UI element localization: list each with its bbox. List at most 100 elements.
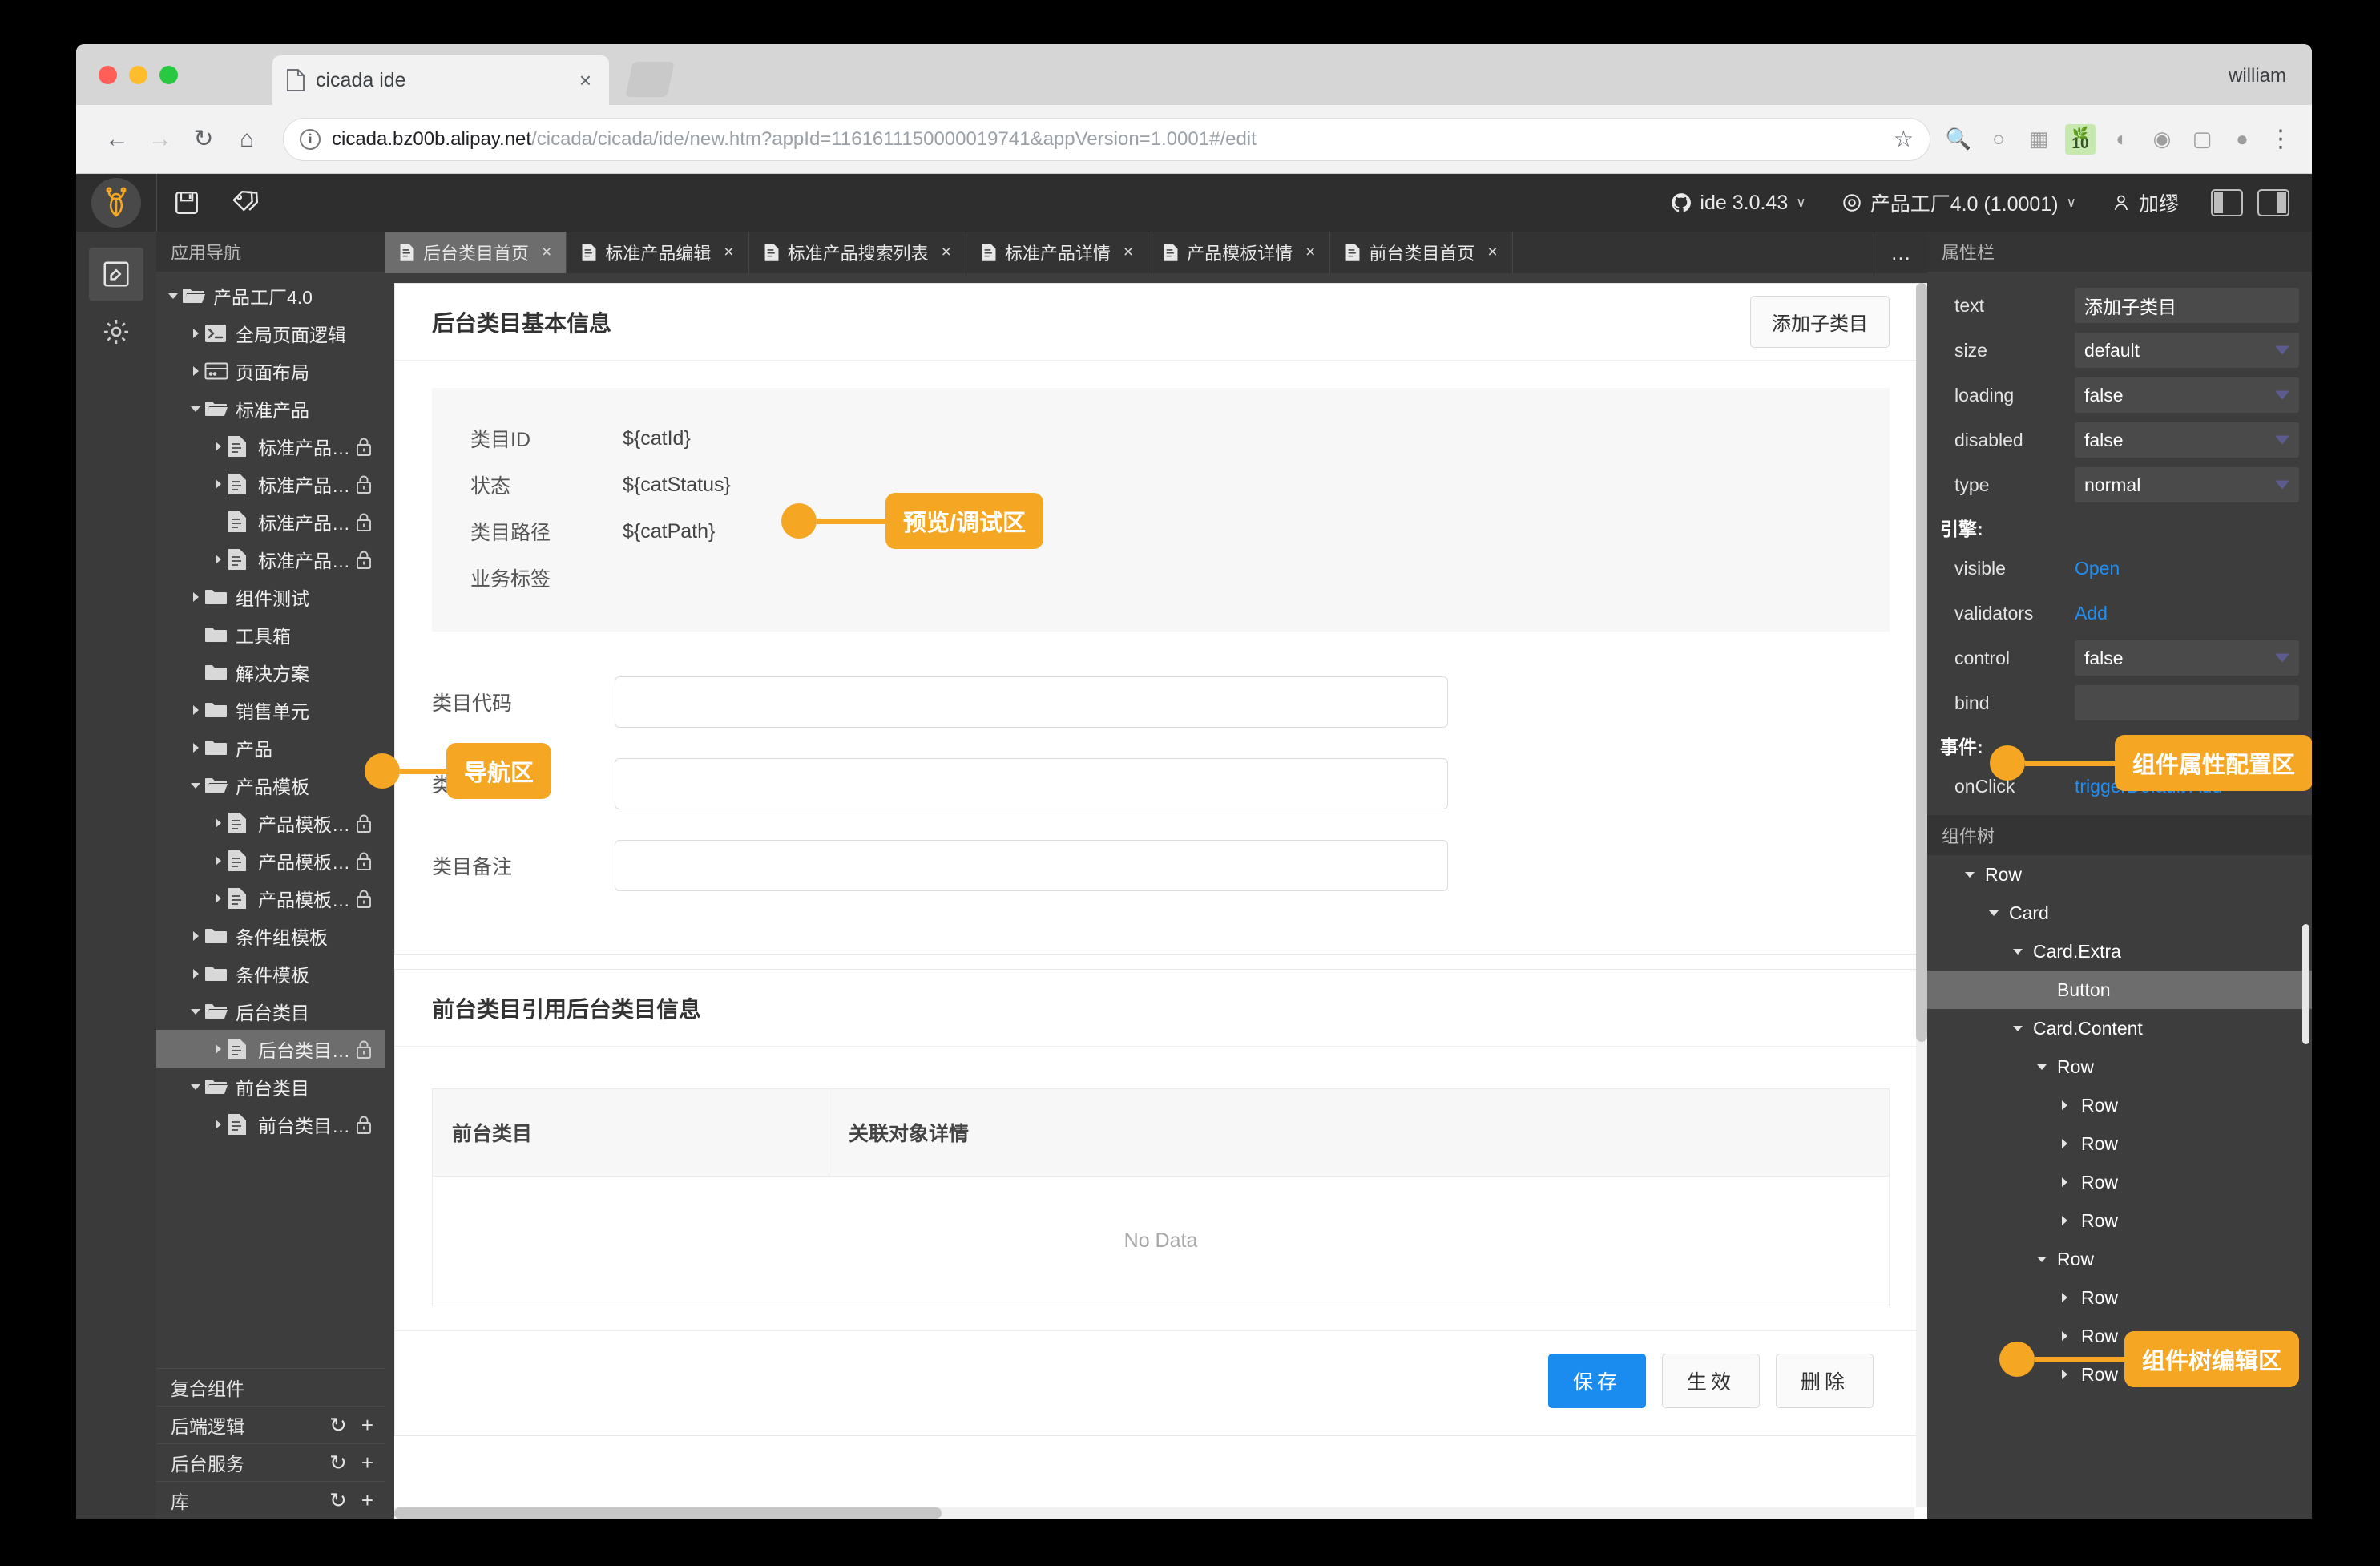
bookmark-star-icon[interactable]: ☆ <box>1894 126 1914 152</box>
close-icon[interactable]: × <box>724 243 733 262</box>
app-nav-tree[interactable]: 产品工厂4.0全局页面逻辑页面布局标准产品标准产品详情标准产品搜索列表标准产品查… <box>156 272 385 1368</box>
tree-twisty-icon[interactable] <box>2060 1100 2081 1111</box>
nav-tree-item[interactable]: 后台类目 <box>156 992 385 1030</box>
property-input[interactable]: 添加子类目 <box>2075 288 2299 323</box>
lock-icon[interactable] <box>354 549 373 570</box>
forward-icon[interactable]: → <box>139 118 182 161</box>
reload-icon[interactable]: ↻ <box>182 118 225 161</box>
nav-tree-item[interactable]: 产品模板详情 <box>156 804 385 842</box>
component-tree-item[interactable]: Row <box>1927 1201 2312 1240</box>
tree-twisty-icon[interactable] <box>187 405 204 413</box>
canvas-vertical-scrollbar[interactable] <box>1916 283 1927 1507</box>
nav-tree-item[interactable]: 条件组模板 <box>156 917 385 955</box>
tree-twisty-icon[interactable] <box>209 554 227 565</box>
browser-menu-icon[interactable]: ⋮ <box>2269 132 2293 147</box>
nav-tree-item[interactable]: 标准产品编辑 <box>156 540 385 578</box>
tag-icon[interactable] <box>216 174 276 232</box>
property-link[interactable]: Add <box>2075 603 2299 624</box>
nav-tree-item[interactable]: 工具箱 <box>156 616 385 653</box>
nav-footer-item[interactable]: 后台服务↻+ <box>156 1443 385 1481</box>
lock-icon[interactable] <box>354 850 373 871</box>
nav-tree-item[interactable]: 标准产品 <box>156 389 385 427</box>
document-tab[interactable]: 标准产品搜索列表× <box>749 232 966 273</box>
site-info-icon[interactable]: i <box>300 129 321 150</box>
search-icon[interactable]: 🔍 <box>1945 127 1972 151</box>
nav-tree-item[interactable]: 标准产品查询 <box>156 502 385 540</box>
nav-tree-item[interactable]: 前台类目 <box>156 1068 385 1105</box>
toggle-left-panel-icon[interactable] <box>2211 189 2243 216</box>
nav-tree-item[interactable]: 销售单元 <box>156 691 385 729</box>
nav-tree-item[interactable]: 后台类目首页 <box>156 1030 385 1068</box>
property-input[interactable] <box>2075 685 2299 720</box>
nav-footer-item[interactable]: 库↻+ <box>156 1481 385 1519</box>
tree-twisty-icon[interactable] <box>209 893 227 904</box>
extension-icon-3[interactable]: ◐ <box>2108 127 2136 151</box>
document-tab[interactable]: 标准产品详情× <box>966 232 1148 273</box>
component-tree-item[interactable]: Row <box>1927 1047 2312 1086</box>
nav-tree-item[interactable]: 解决方案 <box>156 653 385 691</box>
component-tree[interactable]: RowCardCard.ExtraButtonCard.ContentRowRo… <box>1927 855 2312 1519</box>
lock-icon[interactable] <box>354 436 373 457</box>
new-tab-button[interactable] <box>625 62 674 97</box>
profile-icon[interactable]: ● <box>2229 127 2256 151</box>
document-tabs-overflow-button[interactable]: … <box>1874 232 1927 273</box>
add-icon[interactable]: + <box>361 1451 373 1475</box>
close-icon[interactable]: × <box>1487 243 1497 262</box>
nav-footer-item[interactable]: 复合组件 <box>156 1368 385 1406</box>
save-icon[interactable] <box>157 174 216 232</box>
tree-twisty-icon[interactable] <box>209 478 227 490</box>
tree-twisty-icon[interactable] <box>187 1007 204 1015</box>
add-icon[interactable]: + <box>361 1413 373 1438</box>
nav-tree-item[interactable]: 产品模板 <box>156 766 385 804</box>
tree-twisty-icon[interactable] <box>2012 947 2033 955</box>
refresh-icon[interactable]: ↻ <box>329 1413 347 1438</box>
tree-twisty-icon[interactable] <box>164 292 182 300</box>
document-tab[interactable]: 前台类目首页× <box>1330 232 1512 273</box>
nav-tree-item[interactable]: 标准产品详情 <box>156 427 385 465</box>
tree-twisty-icon[interactable] <box>187 742 204 753</box>
component-tree-item[interactable]: Row <box>1927 1163 2312 1201</box>
browser-tab[interactable]: cicada ide × <box>272 55 609 105</box>
tree-twisty-icon[interactable] <box>209 441 227 452</box>
tree-twisty-icon[interactable] <box>2060 1292 2081 1303</box>
form-input[interactable] <box>615 758 1448 809</box>
lock-icon[interactable] <box>354 511 373 532</box>
nav-tree-item[interactable]: 标准产品搜索列表 <box>156 465 385 502</box>
nav-tree-item[interactable]: 条件模板 <box>156 955 385 992</box>
refresh-icon[interactable]: ↻ <box>329 1488 347 1513</box>
refresh-icon[interactable]: ↻ <box>329 1451 347 1475</box>
home-icon[interactable]: ⌂ <box>225 118 268 161</box>
component-tree-scrollbar[interactable] <box>2302 924 2309 1044</box>
nav-tree-item[interactable]: 产品工厂4.0 <box>156 276 385 314</box>
document-tab[interactable]: 标准产品编辑× <box>567 232 748 273</box>
component-tree-item[interactable]: Row <box>1927 1086 2312 1124</box>
document-tab[interactable]: 产品模板详情× <box>1148 232 1330 273</box>
tree-twisty-icon[interactable] <box>2012 1024 2033 1032</box>
user-menu[interactable]: 加缪 <box>2094 174 2196 232</box>
minimize-window-button[interactable] <box>129 66 147 84</box>
form-input[interactable] <box>615 840 1448 891</box>
nav-tree-item[interactable]: 前台类目首页 <box>156 1105 385 1143</box>
component-tree-item[interactable]: Row <box>1927 855 2312 894</box>
extension-icon-2[interactable]: ▦ <box>2025 127 2052 151</box>
property-select[interactable]: false <box>2075 377 2299 413</box>
close-icon[interactable]: × <box>576 70 595 91</box>
property-list[interactable]: text添加子类目sizedefaultloadingfalsedisabled… <box>1927 272 2312 815</box>
document-tab[interactable]: 后台类目首页× <box>385 232 567 273</box>
lock-icon[interactable] <box>354 1039 373 1059</box>
tree-twisty-icon[interactable] <box>2060 1177 2081 1188</box>
address-bar[interactable]: i cicada.bz00b.alipay.net/cicada/cicada/… <box>283 118 1930 161</box>
tree-twisty-icon[interactable] <box>187 968 204 979</box>
component-tree-item[interactable]: Card <box>1927 894 2312 932</box>
add-child-category-button[interactable]: 添加子类目 <box>1750 296 1890 348</box>
close-icon[interactable]: × <box>942 243 951 262</box>
action-button[interactable]: 生效 <box>1662 1354 1760 1408</box>
close-icon[interactable]: × <box>542 243 551 262</box>
tree-twisty-icon[interactable] <box>209 817 227 829</box>
close-icon[interactable]: × <box>1123 243 1133 262</box>
component-tree-item[interactable]: Button <box>1927 971 2312 1009</box>
tree-twisty-icon[interactable] <box>1964 870 1985 878</box>
tree-twisty-icon[interactable] <box>209 1119 227 1130</box>
property-select[interactable]: false <box>2075 640 2299 676</box>
nav-tree-item[interactable]: 页面布局 <box>156 352 385 389</box>
